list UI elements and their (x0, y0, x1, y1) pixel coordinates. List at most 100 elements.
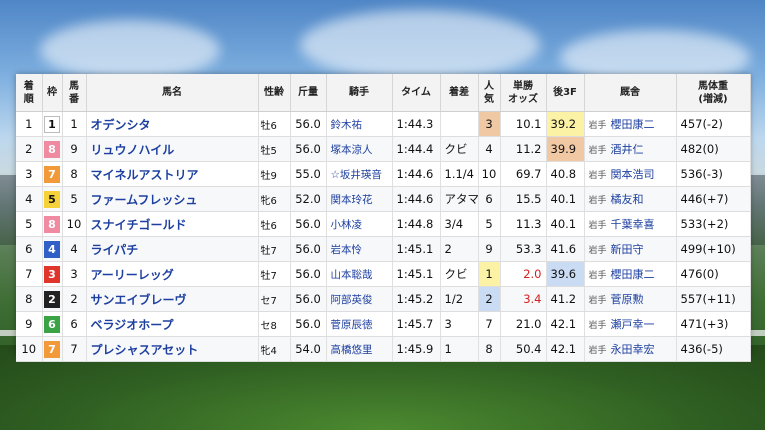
popularity-cell: 7 (478, 311, 501, 337)
horse-name-link[interactable]: リュウノハイル (86, 136, 259, 162)
waku-cell: 7 (42, 336, 63, 362)
trainer-link[interactable]: 新田守 (611, 243, 644, 256)
horse-name-link[interactable]: ファームフレッシュ (86, 186, 259, 212)
sex-age-cell: 牝4 (258, 336, 291, 362)
rank-cell: 6 (16, 236, 43, 262)
waku-cell: 4 (42, 236, 63, 262)
waku-badge: 6 (44, 315, 60, 333)
popularity-cell: 2 (478, 286, 501, 312)
time-cell: 1:44.4 (392, 136, 441, 162)
popularity-cell: 9 (478, 236, 501, 262)
rank-cell: 2 (16, 136, 43, 162)
waku-badge: 2 (44, 290, 60, 308)
trainer-link[interactable]: 櫻田康二 (611, 118, 655, 131)
waku-badge: 8 (44, 140, 60, 158)
last3f-cell: 42.1 (546, 311, 585, 337)
trainer-link[interactable]: 瀬戸幸一 (611, 318, 655, 331)
header-odds: 単勝 オッズ (500, 74, 547, 112)
sex-age-cell: セ8 (258, 311, 291, 337)
jockey-link[interactable]: 関本玲花 (326, 186, 393, 212)
trainer-link[interactable]: 橘友和 (611, 193, 644, 206)
header-weight-carried: 斤量 (290, 74, 327, 112)
horse-name-link[interactable]: スナイチゴールド (86, 211, 259, 237)
waku-cell: 2 (42, 286, 63, 312)
trainer-link[interactable]: 酒井仁 (611, 143, 644, 156)
waku-badge: 7 (44, 165, 60, 183)
jockey-link[interactable]: 塚本涼人 (326, 136, 393, 162)
rank-cell: 5 (16, 211, 43, 237)
last3f-cell: 41.6 (546, 236, 585, 262)
jockey-link[interactable]: 阿部英俊 (326, 286, 393, 312)
body-weight-cell: 536(-3) (676, 161, 751, 187)
rank-cell: 9 (16, 311, 43, 337)
horse-number-cell: 1 (62, 111, 87, 137)
popularity-cell: 10 (478, 161, 501, 187)
horse-name-link[interactable]: プレシャスアセット (86, 336, 259, 362)
trainer-link[interactable]: 千葉幸喜 (611, 218, 655, 231)
margin-cell: 2 (440, 236, 479, 262)
header-horse-number: 馬番 (62, 74, 87, 112)
header-trainer: 厩舎 (584, 74, 677, 112)
trainer-link[interactable]: 関本浩司 (611, 168, 655, 181)
odds-cell: 69.7 (500, 161, 547, 187)
header-time: タイム (392, 74, 441, 112)
horse-number-cell: 10 (62, 211, 87, 237)
trainer-location: 岩手 (588, 296, 607, 306)
jockey-link[interactable]: 高橋悠里 (326, 336, 393, 362)
sex-age-cell: 牡7 (258, 261, 291, 287)
jockey-link[interactable]: ☆坂井瑛音 (326, 161, 393, 187)
horse-name-link[interactable]: ライパチ (86, 236, 259, 262)
trainer-link[interactable]: 櫻田康二 (611, 268, 655, 281)
horse-number-cell: 4 (62, 236, 87, 262)
trainer-location: 岩手 (588, 321, 607, 331)
waku-cell: 6 (42, 311, 63, 337)
jockey-link[interactable]: 小林凌 (326, 211, 393, 237)
table-row: 1 1 1 オデンシタ 牡6 56.0 鈴木祐 1:44.3 3 10.1 39.2 岩手 櫻田康二 45… (16, 111, 751, 137)
odds-cell: 3.4 (500, 286, 547, 312)
jockey-link[interactable]: 鈴木祐 (326, 111, 393, 137)
trainer-link[interactable]: 永田幸宏 (611, 343, 655, 356)
table-row: 10 7 7 プレシャスアセット 牝4 54.0 高橋悠里 1:45.9 1 8 50.4 42.1 岩… (16, 336, 751, 362)
popularity-cell: 1 (478, 261, 501, 287)
last3f-cell: 40.8 (546, 161, 585, 187)
header-rank: 着順 (16, 74, 43, 112)
jockey-link[interactable]: 山本聡哉 (326, 261, 393, 287)
rank-cell: 8 (16, 286, 43, 312)
table-row: 5 8 10 スナイチゴールド 牡6 56.0 小林凌 1:44.8 3/4 5 11.3 40.1 岩… (16, 211, 751, 237)
sex-age-cell: 牡5 (258, 136, 291, 162)
waku-cell: 8 (42, 136, 63, 162)
cloud (40, 20, 220, 80)
margin-cell: クビ (440, 261, 479, 287)
horse-name-link[interactable]: オデンシタ (86, 111, 259, 137)
trainer-link[interactable]: 菅原勲 (611, 293, 644, 306)
odds-cell: 21.0 (500, 311, 547, 337)
sex-age-cell: 牡6 (258, 211, 291, 237)
body-weight-cell: 499(+10) (676, 236, 751, 262)
sex-age-cell: 牡6 (258, 111, 291, 137)
table-row: 7 3 3 アーリーレッグ 牡7 56.0 山本聡哉 1:45.1 クビ 1 2.0 39.6 岩手 櫻田… (16, 261, 751, 287)
weight-carried-cell: 56.0 (290, 136, 327, 162)
horse-name-link[interactable]: マイネルアストリア (86, 161, 259, 187)
weight-carried-cell: 52.0 (290, 186, 327, 212)
weight-carried-cell: 54.0 (290, 336, 327, 362)
rank-cell: 7 (16, 261, 43, 287)
horse-name-link[interactable]: サンエイブレーヴ (86, 286, 259, 312)
margin-cell: 3 (440, 311, 479, 337)
table-row: 4 5 5 ファームフレッシュ 牝6 52.0 関本玲花 1:44.6 アタマ 6 15.5 40.1… (16, 186, 751, 212)
horse-name-link[interactable]: アーリーレッグ (86, 261, 259, 287)
trainer-location: 岩手 (588, 271, 607, 281)
margin-cell: 1.1/4 (440, 161, 479, 187)
body-weight-cell: 457(-2) (676, 111, 751, 137)
table-row: 6 4 4 ライパチ 牡7 56.0 岩本怜 1:45.1 2 9 53.3 41.6 岩手 新田守 499… (16, 236, 751, 262)
body-weight-cell: 436(-5) (676, 336, 751, 362)
horse-number-cell: 3 (62, 261, 87, 287)
horse-name-link[interactable]: ベラジオホープ (86, 311, 259, 337)
trainer-cell: 岩手 橘友和 (584, 186, 677, 212)
jockey-link[interactable]: 岩本怜 (326, 236, 393, 262)
time-cell: 1:45.1 (392, 236, 441, 262)
margin-cell: クビ (440, 136, 479, 162)
last3f-cell: 40.1 (546, 211, 585, 237)
trainer-location: 岩手 (588, 121, 607, 131)
horse-number-cell: 2 (62, 286, 87, 312)
jockey-link[interactable]: 菅原辰徳 (326, 311, 393, 337)
